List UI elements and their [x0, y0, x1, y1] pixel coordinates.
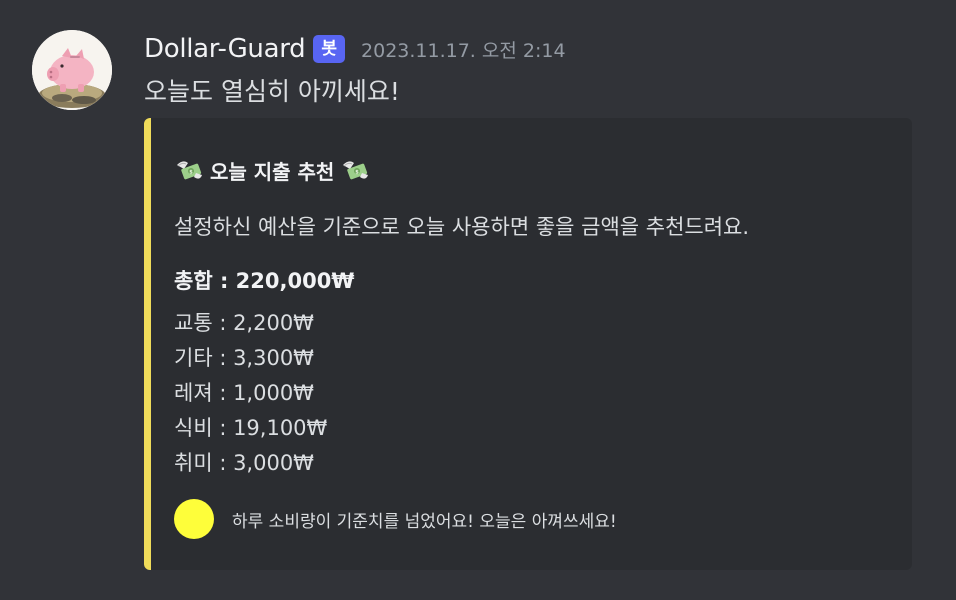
embed-title-text: 오늘 지출 추천	[210, 160, 335, 184]
warning-dot-icon	[174, 499, 214, 539]
budget-item-list: 교통 : 2,200₩ 기타 : 3,300₩ 레져 : 1,000₩ 식비 :…	[174, 306, 327, 481]
message-header: Dollar-Guard 봇 2023.11.17. 오전 2:14	[144, 30, 566, 68]
budget-item-transport: 교통 : 2,200₩	[174, 311, 314, 335]
embed-description: 설정하신 예산을 기준으로 오늘 사용하면 좋을 금액을 추천드려요.	[174, 215, 750, 239]
budget-item-leisure: 레져 : 1,000₩	[174, 381, 314, 405]
message-content: 오늘도 열심히 아끼세요!	[144, 77, 400, 106]
embed-title: $ 오늘 지출 추천 $	[174, 156, 370, 185]
bot-username[interactable]: Dollar-Guard	[144, 34, 306, 64]
bot-avatar[interactable]	[32, 30, 112, 110]
message-timestamp[interactable]: 2023.11.17. 오전 2:14	[361, 36, 566, 63]
chat-message: Dollar-Guard 봇 2023.11.17. 오전 2:14 오늘도 열…	[0, 0, 956, 600]
embed-footer-text: 하루 소비량이 기준치를 넘었어요! 오늘은 아껴쓰세요!	[232, 511, 617, 532]
money-with-wings-icon: $	[174, 157, 204, 185]
svg-text:$: $	[189, 169, 193, 175]
embed-card: $ 오늘 지출 추천 $ 설정하신 예산을 기준으로 오늘 사용하면 좋을 금액…	[144, 118, 912, 570]
piggy-bank-icon	[32, 30, 112, 110]
budget-item-other: 기타 : 3,300₩	[174, 346, 314, 370]
embed-accent-bar	[144, 118, 151, 570]
money-with-wings-icon: $	[340, 157, 370, 185]
svg-text:$: $	[356, 169, 360, 175]
bot-tag-badge: 봇	[313, 35, 346, 63]
budget-total: 총합 : 220,000₩	[174, 269, 355, 293]
budget-item-hobby: 취미 : 3,000₩	[174, 451, 314, 475]
embed-footer: 하루 소비량이 기준치를 넘었어요! 오늘은 아껴쓰세요!	[174, 499, 617, 539]
budget-item-food: 식비 : 19,100₩	[174, 416, 328, 440]
